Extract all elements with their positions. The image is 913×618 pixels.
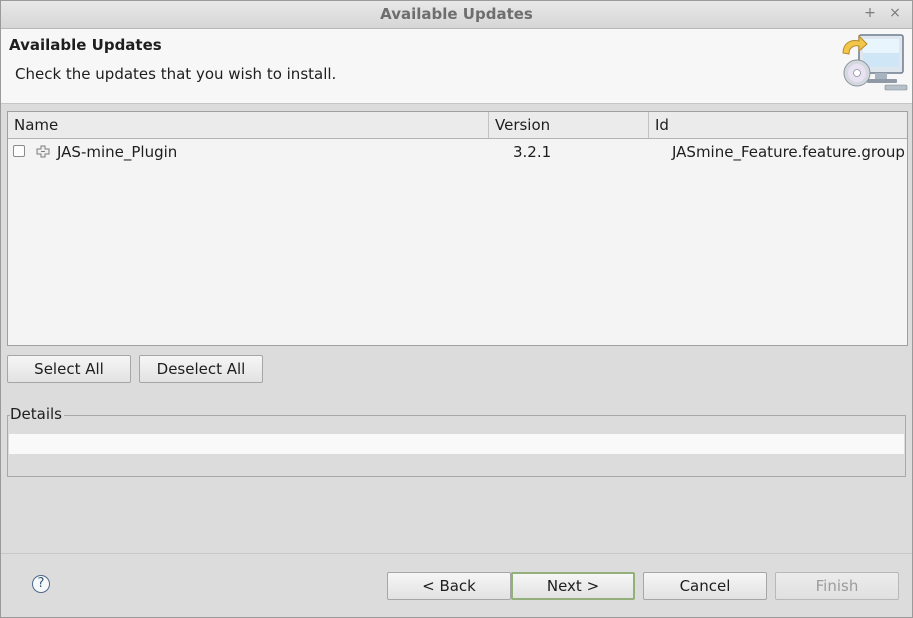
row-name: JAS-mine_Plugin xyxy=(57,143,178,161)
row-version: 3.2.1 xyxy=(513,143,552,161)
back-button[interactable]: < Back xyxy=(387,572,511,600)
details-group xyxy=(7,415,906,477)
dialog-window: Available Updates + × Available Updates … xyxy=(0,0,913,618)
updates-table: Name Version Id JAS-mine_Plugin 3.2.1 JA… xyxy=(7,111,908,346)
finish-button: Finish xyxy=(775,572,899,600)
details-text xyxy=(9,434,904,454)
deselect-all-button[interactable]: Deselect All xyxy=(139,355,263,383)
next-button[interactable]: Next > xyxy=(511,572,635,600)
title-bar: Available Updates + × xyxy=(1,1,912,29)
select-all-button[interactable]: Select All xyxy=(7,355,131,383)
update-monitor-icon xyxy=(837,29,911,93)
table-header: Name Version Id xyxy=(8,112,907,139)
plugin-feature-icon xyxy=(36,145,50,158)
table-row[interactable]: JAS-mine_Plugin 3.2.1 JASmine_Feature.fe… xyxy=(8,139,907,165)
footer-divider xyxy=(1,553,912,554)
wizard-header: Available Updates Check the updates that… xyxy=(1,29,912,104)
close-button[interactable]: × xyxy=(887,5,903,21)
column-header-id[interactable]: Id xyxy=(649,112,907,138)
row-id: JASmine_Feature.feature.group xyxy=(672,143,905,161)
maximize-button[interactable]: + xyxy=(862,5,878,21)
column-header-version[interactable]: Version xyxy=(489,112,649,138)
cancel-button[interactable]: Cancel xyxy=(643,572,767,600)
row-checkbox[interactable] xyxy=(13,145,25,157)
page-description: Check the updates that you wish to insta… xyxy=(15,65,337,83)
details-label: Details xyxy=(10,405,65,423)
column-header-name[interactable]: Name xyxy=(8,112,489,138)
help-icon[interactable]: ? xyxy=(32,575,50,593)
window-title: Available Updates xyxy=(380,5,533,23)
page-title: Available Updates xyxy=(9,36,162,54)
